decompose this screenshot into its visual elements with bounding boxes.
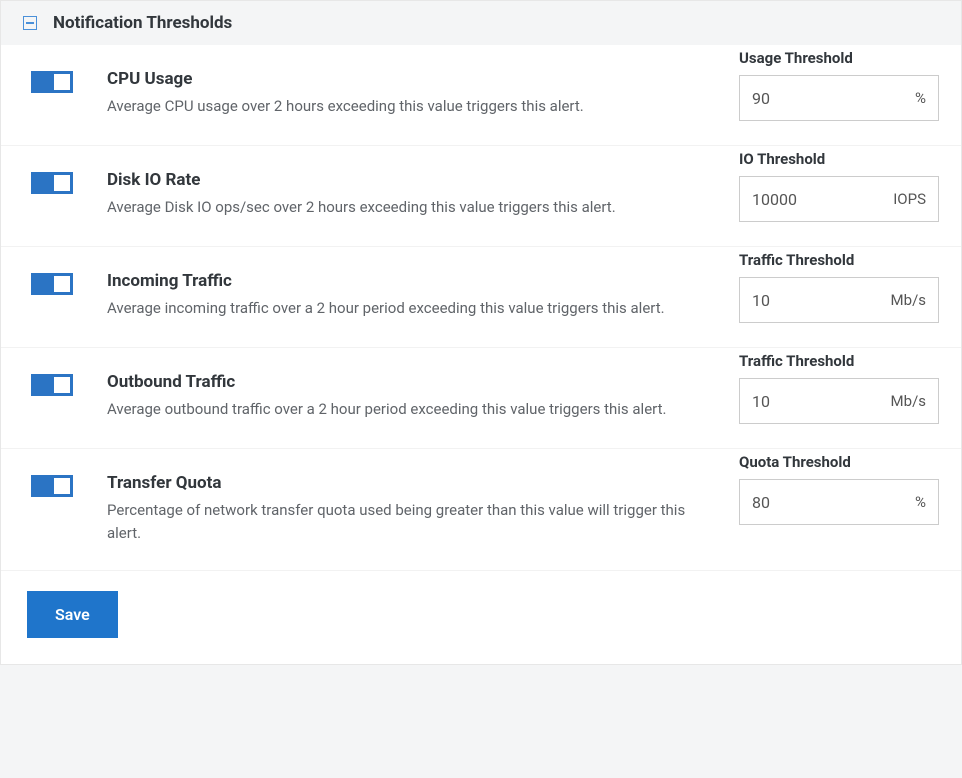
outbound-traffic-threshold-input[interactable] (740, 379, 891, 423)
input-label-quota: Quota Threshold (739, 453, 939, 471)
panel-title: Notification Thresholds (53, 13, 232, 33)
threshold-desc-cpu: Average CPU usage over 2 hours exceeding… (107, 95, 705, 118)
toggle-disk[interactable] (31, 172, 73, 194)
usage-threshold-input[interactable] (740, 76, 915, 120)
threshold-title-outbound: Outbound Traffic (107, 372, 705, 392)
threshold-row-incoming: Incoming Traffic Average incoming traffi… (1, 247, 961, 348)
threshold-input-group-disk: IO Threshold IOPS (739, 150, 939, 222)
input-wrap-disk: IOPS (739, 176, 939, 222)
threshold-input-group-incoming: Traffic Threshold Mb/s (739, 251, 939, 323)
collapse-icon[interactable] (23, 16, 37, 30)
save-button[interactable]: Save (27, 591, 118, 638)
panel-header: Notification Thresholds (1, 1, 961, 45)
threshold-input-group-cpu: Usage Threshold % (739, 49, 939, 121)
toggle-outbound[interactable] (31, 374, 73, 396)
threshold-desc-incoming: Average incoming traffic over a 2 hour p… (107, 297, 705, 320)
threshold-row-quota: Transfer Quota Percentage of network tra… (1, 449, 961, 571)
input-label-outbound: Traffic Threshold (739, 352, 939, 370)
input-wrap-cpu: % (739, 75, 939, 121)
input-unit-incoming: Mb/s (891, 291, 938, 309)
threshold-title-cpu: CPU Usage (107, 69, 705, 89)
threshold-title-incoming: Incoming Traffic (107, 271, 705, 291)
input-unit-quota: % (915, 493, 938, 511)
toggle-cpu[interactable] (31, 71, 73, 93)
io-threshold-input[interactable] (740, 177, 893, 221)
input-unit-cpu: % (915, 89, 938, 107)
panel-body: CPU Usage Average CPU usage over 2 hours… (1, 45, 961, 664)
threshold-row-outbound: Outbound Traffic Average outbound traffi… (1, 348, 961, 449)
threshold-desc-disk: Average Disk IO ops/sec over 2 hours exc… (107, 196, 705, 219)
incoming-traffic-threshold-input[interactable] (740, 278, 891, 322)
quota-threshold-input[interactable] (740, 480, 915, 524)
threshold-row-cpu: CPU Usage Average CPU usage over 2 hours… (1, 45, 961, 146)
threshold-text-disk: Disk IO Rate Average Disk IO ops/sec ove… (107, 170, 705, 219)
input-wrap-incoming: Mb/s (739, 277, 939, 323)
input-unit-disk: IOPS (893, 190, 938, 208)
input-wrap-quota: % (739, 479, 939, 525)
input-label-disk: IO Threshold (739, 150, 939, 168)
threshold-input-group-quota: Quota Threshold % (739, 453, 939, 525)
toggle-quota[interactable] (31, 475, 73, 497)
threshold-row-disk: Disk IO Rate Average Disk IO ops/sec ove… (1, 146, 961, 247)
toggle-incoming[interactable] (31, 273, 73, 295)
threshold-desc-outbound: Average outbound traffic over a 2 hour p… (107, 398, 705, 421)
input-label-cpu: Usage Threshold (739, 49, 939, 67)
input-label-incoming: Traffic Threshold (739, 251, 939, 269)
input-unit-outbound: Mb/s (891, 392, 938, 410)
threshold-text-cpu: CPU Usage Average CPU usage over 2 hours… (107, 69, 705, 118)
threshold-title-disk: Disk IO Rate (107, 170, 705, 190)
threshold-title-quota: Transfer Quota (107, 473, 705, 493)
threshold-input-group-outbound: Traffic Threshold Mb/s (739, 352, 939, 424)
notification-thresholds-panel: Notification Thresholds CPU Usage Averag… (0, 0, 962, 665)
threshold-text-incoming: Incoming Traffic Average incoming traffi… (107, 271, 705, 320)
threshold-text-quota: Transfer Quota Percentage of network tra… (107, 473, 705, 546)
input-wrap-outbound: Mb/s (739, 378, 939, 424)
save-row: Save (1, 571, 961, 638)
threshold-desc-quota: Percentage of network transfer quota use… (107, 499, 705, 546)
threshold-text-outbound: Outbound Traffic Average outbound traffi… (107, 372, 705, 421)
